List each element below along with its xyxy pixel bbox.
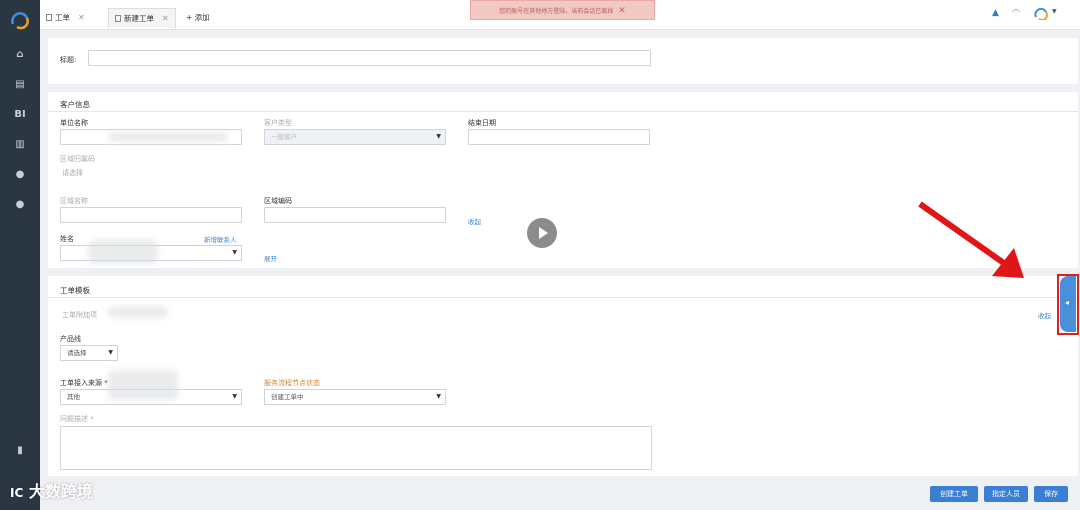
tab-bar: 工单 ✕ 新建工单 ✕ + 添加 您的账号在其他地方登陆，当前会话已离线 ✕ ▲ ◠ …: [40, 0, 1080, 30]
region-name-input[interactable]: [60, 207, 242, 223]
expand-link[interactable]: 展开: [264, 253, 277, 263]
new-contact-link[interactable]: 新增联系人: [204, 234, 237, 244]
bi-icon[interactable]: BI: [12, 108, 28, 122]
chevron-down-icon: ▼: [108, 349, 113, 356]
chevron-down-icon: ▼: [232, 249, 237, 256]
watermark: IC 大数跨境: [10, 482, 93, 501]
divider: [48, 111, 1078, 112]
highlight-box: [1057, 274, 1079, 335]
create-workorder-button[interactable]: 创建工单: [930, 486, 978, 502]
red-arrow-icon: [918, 201, 1024, 278]
end-date-label: 结束日期: [468, 119, 496, 127]
product-label: 产品线: [60, 335, 81, 343]
unit-name-label: 单位名称: [60, 119, 88, 127]
tab-new-workorder[interactable]: 新建工单 ✕: [108, 8, 176, 28]
close-icon[interactable]: ✕: [162, 14, 169, 23]
users-icon[interactable]: ●: [12, 198, 28, 212]
customer-level-label: 客户类型: [264, 119, 292, 127]
stats-icon[interactable]: ▮: [12, 444, 28, 458]
region-code-label: 区域归属码: [60, 155, 95, 163]
collapse-link[interactable]: 收起: [468, 216, 481, 226]
tab-add[interactable]: + 添加: [186, 8, 210, 28]
region-code-select[interactable]: 请选择: [62, 168, 83, 178]
workorder-panel: 工单模板 工单附加项 收起 产品线 请选择 ▼ 工单接入来源 * 其他 ▼ 服务流程…: [48, 276, 1078, 476]
document-icon: [115, 15, 121, 22]
user-menu-icon[interactable]: [1034, 8, 1050, 20]
bell-icon[interactable]: ▲: [992, 8, 999, 18]
contact-label: 姓名: [60, 235, 74, 243]
problem-textarea[interactable]: [60, 426, 652, 470]
title-panel: 标题:: [48, 38, 1078, 84]
app-logo-icon[interactable]: [9, 10, 31, 30]
play-icon[interactable]: [527, 218, 557, 248]
close-icon[interactable]: ✕: [618, 6, 626, 16]
flow-select[interactable]: 创建工单中 ▼: [264, 389, 446, 405]
workorder-section-title: 工单模板: [60, 286, 90, 295]
region-num-label: 区域编码: [264, 197, 292, 205]
access-label: 工单接入来源 *: [60, 379, 108, 387]
flow-label: 服务流程节点状态: [264, 379, 320, 387]
chevron-down-icon: ▼: [232, 393, 237, 400]
redacted-area: [88, 240, 158, 264]
wifi-icon[interactable]: ◠: [1012, 8, 1020, 18]
tab-workorder[interactable]: 工单 ✕: [46, 8, 85, 28]
user-icon[interactable]: ●: [12, 168, 28, 182]
customer-level-select[interactable]: 一般客户 ▼: [264, 129, 446, 145]
collapse-right-link[interactable]: 收起: [1038, 310, 1051, 320]
end-date-input[interactable]: [468, 129, 650, 145]
save-button[interactable]: 保存: [1034, 486, 1068, 502]
title-input[interactable]: [88, 50, 651, 66]
book-icon[interactable]: ▥: [12, 138, 28, 152]
redacted-area: [108, 370, 178, 400]
chevron-down-icon: ▼: [436, 133, 441, 140]
close-icon[interactable]: ✕: [78, 13, 85, 22]
alert-banner: 您的账号在其他地方登陆，当前会话已离线 ✕: [470, 0, 655, 20]
divider: [48, 297, 1078, 298]
workorder-sub-label: 工单附加项: [62, 311, 97, 319]
redacted-area: [108, 132, 228, 142]
customer-section-title: 客户信息: [60, 100, 90, 109]
problem-label: 问题描述 *: [60, 415, 94, 423]
left-sidebar: ⌂ ▤ BI ▥ ● ● ▮: [0, 0, 40, 510]
chevron-down-icon: ▼: [436, 393, 441, 400]
chevron-down-icon[interactable]: ▼: [1052, 8, 1057, 15]
assign-person-button[interactable]: 指定人员: [984, 486, 1028, 502]
redacted-area: [108, 306, 168, 318]
home-icon[interactable]: ⌂: [12, 48, 28, 62]
document-icon[interactable]: ▤: [12, 78, 28, 92]
title-label: 标题:: [60, 56, 77, 64]
product-select[interactable]: 请选择 ▼: [60, 345, 118, 361]
document-icon: [46, 14, 52, 21]
region-num-input[interactable]: [264, 207, 446, 223]
region-name-label: 区域名称: [60, 197, 88, 205]
